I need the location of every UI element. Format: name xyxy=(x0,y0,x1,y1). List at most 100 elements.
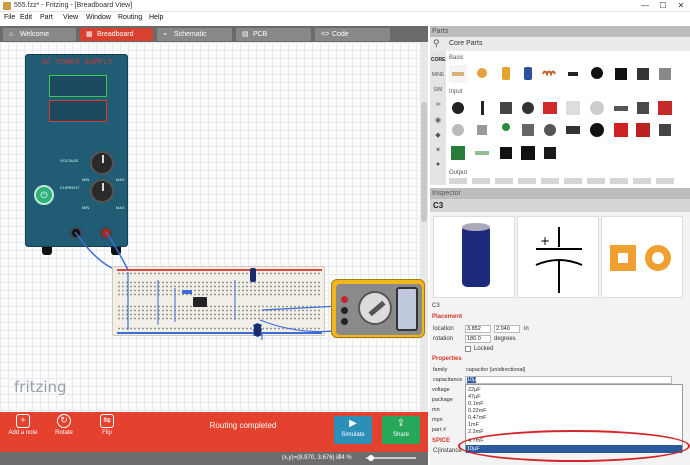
part-electrolytic-blue[interactable] xyxy=(519,65,537,83)
part-touch-sensor[interactable] xyxy=(541,121,559,139)
schematic-preview-image: + xyxy=(517,216,599,298)
close-button[interactable]: ✕ xyxy=(672,0,690,12)
part-electrolytic-capacitor[interactable] xyxy=(497,65,515,83)
bin-sparkfun-icon[interactable]: ✶ xyxy=(431,146,445,154)
parts-bin-title: Core Parts xyxy=(449,40,483,47)
part-probe[interactable] xyxy=(497,121,515,139)
share-button[interactable]: ⇪ Share xyxy=(382,416,420,444)
parts-search-bar[interactable]: ⚲ Core Parts xyxy=(430,37,690,51)
rotation-label: rotation xyxy=(433,336,454,342)
locked-checkbox[interactable] xyxy=(465,346,471,352)
probe-common-jack[interactable] xyxy=(341,318,348,325)
share-label: Share xyxy=(392,432,409,438)
spice-row-label: C{instance xyxy=(433,448,462,454)
zoom-readout: 74 % xyxy=(338,455,352,461)
part-ceramic-capacitor[interactable] xyxy=(473,65,491,83)
multimeter-dial[interactable] xyxy=(358,291,392,325)
bin-mine[interactable]: MINE xyxy=(431,72,445,78)
inspector-title: C3 xyxy=(430,199,690,212)
part-joystick[interactable] xyxy=(588,121,606,139)
dropdown-option[interactable]: 47µF xyxy=(468,394,481,400)
probe-red-jack[interactable] xyxy=(341,296,348,303)
part-switch[interactable] xyxy=(612,99,630,117)
output-parts-row[interactable] xyxy=(449,178,679,184)
multimeter-body xyxy=(336,284,422,335)
part-piezo[interactable] xyxy=(564,121,582,139)
part-reed-switch[interactable] xyxy=(473,144,491,162)
dropdown-option[interactable]: 0.47mF xyxy=(468,415,487,421)
inspector-part-name: C3 xyxy=(432,303,440,309)
part-sensor-breakout[interactable] xyxy=(541,99,559,117)
part-tactile-switch[interactable] xyxy=(634,99,652,117)
rotation-input[interactable]: 180.0 xyxy=(465,335,491,343)
part-ic-module[interactable] xyxy=(541,144,559,162)
prop-family-label: family xyxy=(433,367,448,373)
part-transistor-pnp[interactable] xyxy=(588,65,606,83)
part-rfid-id12[interactable] xyxy=(519,144,537,162)
bin-arduino-icon[interactable]: ◉ xyxy=(431,116,445,124)
simulate-button[interactable]: ▶ Simulate xyxy=(334,416,372,444)
dropdown-option[interactable]: 0.22mF xyxy=(468,408,487,414)
bin-sim[interactable]: SIM xyxy=(431,87,445,93)
part-sensor-module[interactable] xyxy=(519,121,537,139)
wire-positive[interactable] xyxy=(105,231,129,271)
dropdown-option[interactable]: 0.1mF xyxy=(468,401,484,407)
wire-jumpers[interactable] xyxy=(157,280,236,325)
rotate-button[interactable]: ↻ Rotate xyxy=(48,414,80,436)
part-keypad[interactable] xyxy=(564,99,582,117)
bin-seeed-icon[interactable]: ◆ xyxy=(431,131,445,139)
part-transistor-npn[interactable] xyxy=(612,65,630,83)
part-slide-pot[interactable] xyxy=(473,99,491,117)
multimeter-screen xyxy=(396,287,418,331)
minimize-button[interactable]: — xyxy=(636,0,654,12)
coordinates-readout: (x,y)=(8.970, 3.676) in xyxy=(282,455,341,461)
location-y-input[interactable]: 2.040 xyxy=(494,325,520,333)
part-potentiometer[interactable] xyxy=(449,99,467,117)
zoom-slider-handle[interactable] xyxy=(368,455,374,461)
section-input: Input xyxy=(449,89,463,95)
share-icon: ⇪ xyxy=(396,418,406,429)
dial-pointer xyxy=(368,300,386,317)
simulate-label: Simulate xyxy=(341,432,365,438)
part-sensor-board[interactable] xyxy=(656,99,674,117)
part-power-transistor[interactable] xyxy=(656,65,674,83)
part-ir-sensor[interactable] xyxy=(473,121,491,139)
bin-snootlab-icon[interactable]: ● xyxy=(431,161,445,168)
part-thermistor[interactable] xyxy=(449,121,467,139)
add-note-label: Add a note xyxy=(8,430,38,436)
flip-button[interactable]: ⇋ Flip xyxy=(92,414,122,436)
fritzing-watermark: fritzing xyxy=(14,378,67,396)
add-note-button[interactable]: + Add a note xyxy=(4,414,42,436)
multimeter-part[interactable] xyxy=(331,279,425,338)
part-rfid-board[interactable] xyxy=(612,121,630,139)
bin-link-icon[interactable]: ∞ xyxy=(431,101,445,108)
maximize-button[interactable]: ☐ xyxy=(654,0,672,12)
flip-label: Flip xyxy=(102,430,112,436)
part-rotary-encoder[interactable] xyxy=(588,99,606,117)
part-diode[interactable] xyxy=(564,65,582,83)
dropdown-option[interactable]: 22µF xyxy=(468,387,481,393)
breadboard-preview-image xyxy=(433,216,515,298)
bin-core[interactable]: CORE xyxy=(431,57,445,63)
part-grove-module[interactable] xyxy=(449,144,467,162)
part-accelerometer[interactable] xyxy=(634,121,652,139)
part-button-round[interactable] xyxy=(519,99,537,117)
part-button[interactable] xyxy=(497,99,515,117)
part-mosfet[interactable] xyxy=(634,65,652,83)
probe-black-jack[interactable] xyxy=(341,307,348,314)
rotation-unit: degrees xyxy=(494,336,516,342)
search-icon[interactable]: ⚲ xyxy=(433,38,440,49)
wires-layer xyxy=(74,231,346,340)
capacitance-input[interactable]: 10µ xyxy=(465,376,672,384)
part-resistor[interactable] xyxy=(449,65,467,83)
part-inductor[interactable] xyxy=(541,65,559,83)
part-gas-sensor[interactable] xyxy=(656,121,674,139)
wire-negative[interactable] xyxy=(74,231,113,269)
part-sensor-chip[interactable] xyxy=(497,144,515,162)
prop-family-value: capacitor [unidirectional] xyxy=(466,367,526,373)
location-x-input[interactable]: 3.852 xyxy=(465,325,491,333)
wire-to-meter-2[interactable] xyxy=(261,305,341,311)
dropdown-option[interactable]: 1mF xyxy=(468,422,479,428)
note-icon: + xyxy=(16,414,30,428)
dropdown-option[interactable]: 2.2mF xyxy=(468,429,484,435)
